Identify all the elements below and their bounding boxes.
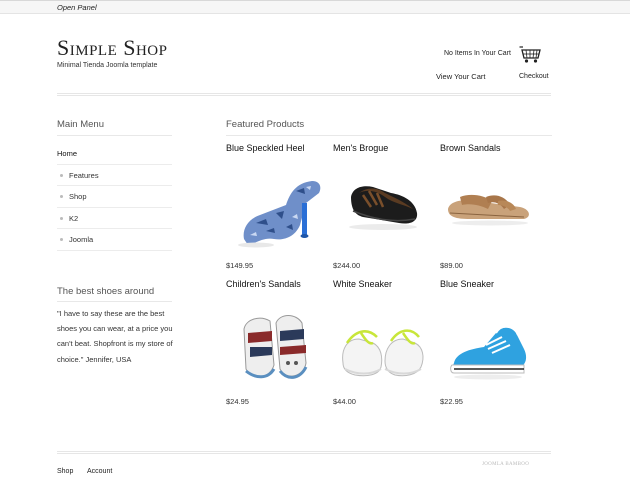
menu-item-k2[interactable]: K2 xyxy=(57,208,172,230)
view-cart-link[interactable]: View Your Cart xyxy=(436,72,485,81)
site-tagline: Minimal Tienda Joomla template xyxy=(57,62,158,69)
menu-item-home[interactable]: Home xyxy=(57,143,172,165)
footer-link-account[interactable]: Account xyxy=(87,468,112,475)
menu-item-features[interactable]: Features xyxy=(57,165,172,187)
product-name[interactable]: Men's Brogue xyxy=(333,143,433,157)
product-name[interactable]: White Sneaker xyxy=(333,279,433,293)
footer-credit[interactable]: JOOMLA BAMBOO xyxy=(482,462,529,467)
product-price: $44.00 xyxy=(333,397,356,406)
product-name[interactable]: Children's Sandals xyxy=(226,279,326,293)
product-price: $24.95 xyxy=(226,397,249,406)
product-price: $22.95 xyxy=(440,397,463,406)
site-title[interactable]: Simple Shop xyxy=(57,35,167,61)
featured-divider xyxy=(226,135,552,136)
product-price: $149.95 xyxy=(226,261,254,270)
product-card[interactable]: Blue Speckled Heel $149.95 xyxy=(226,143,326,270)
basket-icon[interactable] xyxy=(519,44,543,64)
featured-products-heading: Featured Products xyxy=(226,119,305,130)
blue-speckled-heel-image[interactable] xyxy=(226,157,324,253)
product-card[interactable]: White Sneaker $44.00 xyxy=(333,279,433,406)
menu-item-joomla[interactable]: Joomla xyxy=(57,229,172,251)
product-price: $89.00 xyxy=(440,261,463,270)
open-panel-link[interactable]: Open Panel xyxy=(57,3,97,12)
brown-sandals-image[interactable] xyxy=(440,157,538,253)
main-menu-heading: Main Menu xyxy=(57,119,104,130)
footer-divider xyxy=(57,451,551,454)
top-panel-bar: Open Panel xyxy=(0,0,630,14)
checkout-link[interactable]: Checkout xyxy=(519,73,549,80)
white-sneaker-image[interactable] xyxy=(333,293,431,389)
mens-brogue-image[interactable] xyxy=(333,157,431,253)
main-menu-divider xyxy=(57,135,172,136)
testimonial-heading: The best shoes around xyxy=(57,286,155,297)
product-name[interactable]: Blue Sneaker xyxy=(440,279,540,293)
childrens-sandals-image[interactable] xyxy=(226,293,324,389)
product-price: $244.00 xyxy=(333,261,361,270)
footer-link-shop[interactable]: Shop xyxy=(57,468,73,475)
product-card[interactable]: Men's Brogue $244.00 xyxy=(333,143,433,270)
product-card[interactable]: Blue Sneaker $22.95 xyxy=(440,279,540,406)
product-card[interactable]: Brown Sandals $89.00 xyxy=(440,143,540,270)
testimonial-text: "I have to say these are the best shoes … xyxy=(57,309,173,364)
cart-status: No Items In Your Cart xyxy=(444,50,511,57)
product-name[interactable]: Blue Speckled Heel xyxy=(226,143,326,157)
product-name[interactable]: Brown Sandals xyxy=(440,143,540,157)
main-menu: Home Features Shop K2 Joomla xyxy=(57,143,172,251)
header-divider xyxy=(57,93,551,96)
testimonial-divider xyxy=(57,301,172,302)
menu-item-shop[interactable]: Shop xyxy=(57,186,172,208)
blue-sneaker-image[interactable] xyxy=(440,293,538,389)
product-card[interactable]: Children's Sandals $24.95 xyxy=(226,279,326,406)
